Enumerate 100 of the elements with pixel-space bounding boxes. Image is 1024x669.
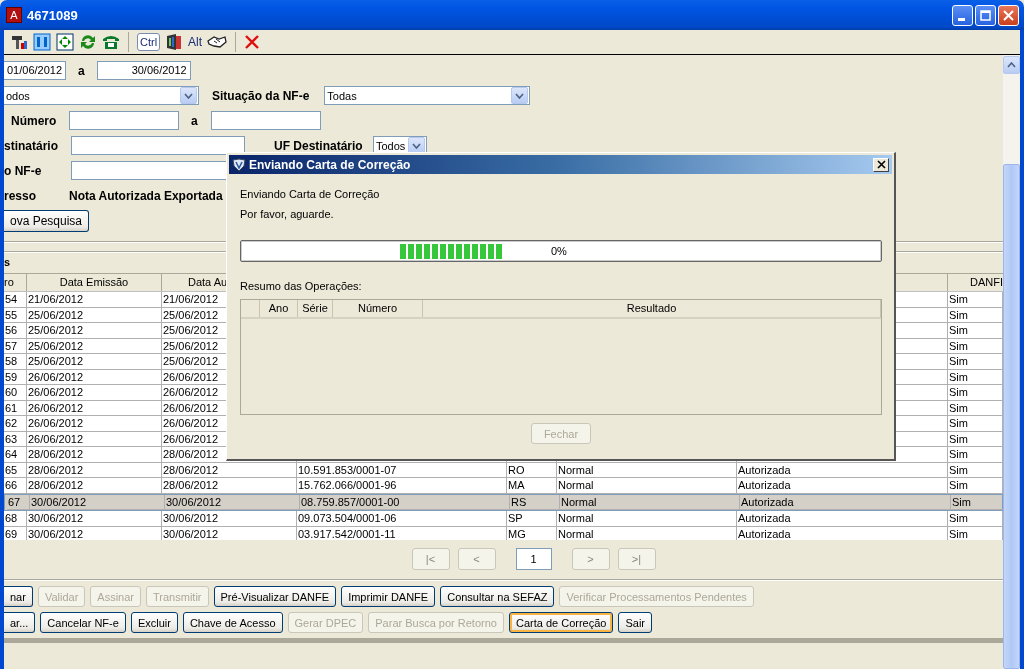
table-cell: Autorizada [737,526,948,540]
action-button[interactable]: Cancelar NF-e [40,612,126,633]
search-button[interactable]: ova Pesquisa [4,209,90,232]
chevron-down-icon [184,92,193,99]
ingresso-value: Nota Autorizada Exportada [69,188,223,203]
summary-label: Resumo das Operações: [240,280,363,293]
action-button[interactable]: Sair [618,612,652,633]
table-cell: Normal [557,511,737,527]
app-icon [232,157,246,172]
film-icon[interactable] [165,33,184,51]
situacao-select[interactable]: Todas [324,86,531,105]
nfe-label: o NF-e [4,163,43,178]
table-cell: 15.762.066/0001-96 [297,478,507,494]
table-cell: 65 [4,462,27,478]
column-header[interactable]: Série [298,300,333,317]
chevron-up-icon [1007,62,1016,68]
table-cell: SP [507,511,557,527]
table-cell: 63 [4,431,27,447]
table-cell: 28/06/2012 [162,462,297,478]
action-button[interactable]: nar [4,586,33,607]
table-cell: 25/06/2012 [27,338,162,354]
ingresso-label: resso [4,188,38,203]
action-button[interactable]: Consultar na SEFAZ [440,586,555,607]
alt-button[interactable]: Alt [188,35,203,49]
destinatario-field[interactable] [71,136,245,155]
column-header[interactable]: Número [333,300,423,317]
tools-icon[interactable] [10,33,28,51]
table-cell: 57 [4,338,27,354]
table-cell: 03.917.542/0001-11 [297,526,507,540]
action-button[interactable]: Chave de Acesso [182,612,283,633]
table-cell: 30/06/2012 [162,526,297,540]
table-cell: 26/06/2012 [27,385,162,401]
table-cell: 55 [4,307,27,323]
table-cell: 54 [4,292,27,308]
table-cell: 30/06/2012 [162,511,297,527]
close-button[interactable] [873,157,889,172]
table-cell: 30/06/2012 [27,526,162,540]
table-cell: 58 [4,354,27,370]
phone-icon[interactable] [102,33,120,51]
numero-separator: a [191,113,199,128]
action-button[interactable]: ar... [4,612,36,633]
action-button[interactable]: Carta de Correção [508,612,614,633]
columns-icon[interactable] [33,33,51,51]
table-cell: 61 [4,400,27,416]
table-cell: 08.759.857/0001-00 [300,494,510,510]
window-title: 4671089 [27,7,78,23]
table-cell: Normal [557,478,737,494]
table-cell: 25/06/2012 [27,323,162,339]
ctrl-button[interactable]: Ctrl [137,33,161,51]
table-cell: 26/06/2012 [27,416,162,432]
numero-from-field[interactable] [69,111,179,130]
table-cell: MG [507,526,557,540]
table-cell: 67 [7,494,30,510]
column-header[interactable]: ro [4,274,27,291]
table-cell: 30/06/2012 [30,494,165,510]
dialog-title: Enviando Carta de Correção [249,157,411,172]
chevron-down-icon [515,92,525,99]
table-cell: MA [507,478,557,494]
section-title: s [4,255,12,270]
table-cell: Autorizada [737,462,948,478]
column-header[interactable]: DANFI [948,274,1003,291]
date-to-field[interactable]: 30/06/2012 [96,61,191,80]
expand-icon[interactable] [56,33,74,51]
scroll-up-button[interactable] [1003,56,1020,74]
numero-to-field[interactable] [211,111,321,130]
minimize-button[interactable] [952,4,973,26]
close-icon[interactable] [244,34,261,50]
wait-message: Por favor, aguarde. [240,208,335,221]
scrollbar[interactable] [1003,55,1020,669]
scroll-thumb[interactable] [1003,164,1020,669]
table-cell: RS [510,494,560,510]
action-button[interactable]: Imprimir DANFE [341,586,436,607]
column-header[interactable]: Ano [260,300,298,317]
action-button[interactable]: Pré-Visualizar DANFE [213,586,337,607]
table-cell: Normal [557,462,737,478]
table-cell: 10.591.853/0001-07 [297,462,507,478]
column-header[interactable]: Resultado [423,300,881,317]
table-cell: 28/06/2012 [27,447,162,463]
table-cell: 56 [4,323,27,339]
date-separator: a [78,63,85,78]
page-field[interactable]: 1 [515,548,552,570]
action-button[interactable]: Excluir [130,612,178,633]
progress-reading: 0% [551,245,567,257]
table-cell: Autorizada [737,511,948,527]
date-from-field[interactable]: 01/06/2012 [4,61,66,80]
destinatario-label: stinatário [4,138,59,153]
table-cell: 60 [4,385,27,401]
maximize-icon [979,8,992,22]
type-select[interactable]: odos [4,86,199,105]
app-icon: A [6,7,22,23]
chevron-down-icon [412,142,421,149]
table-cell: Autorizada [740,494,951,510]
table-cell: 25/06/2012 [27,307,162,323]
maximize-button[interactable] [975,4,996,26]
table-cell: 59 [4,369,27,385]
refresh-icon[interactable] [79,33,97,51]
handshake-icon[interactable] [207,33,228,51]
table-cell: 30/06/2012 [165,494,300,510]
table-cell: 21/06/2012 [27,292,162,308]
column-header[interactable]: Data Emissão [27,274,162,291]
